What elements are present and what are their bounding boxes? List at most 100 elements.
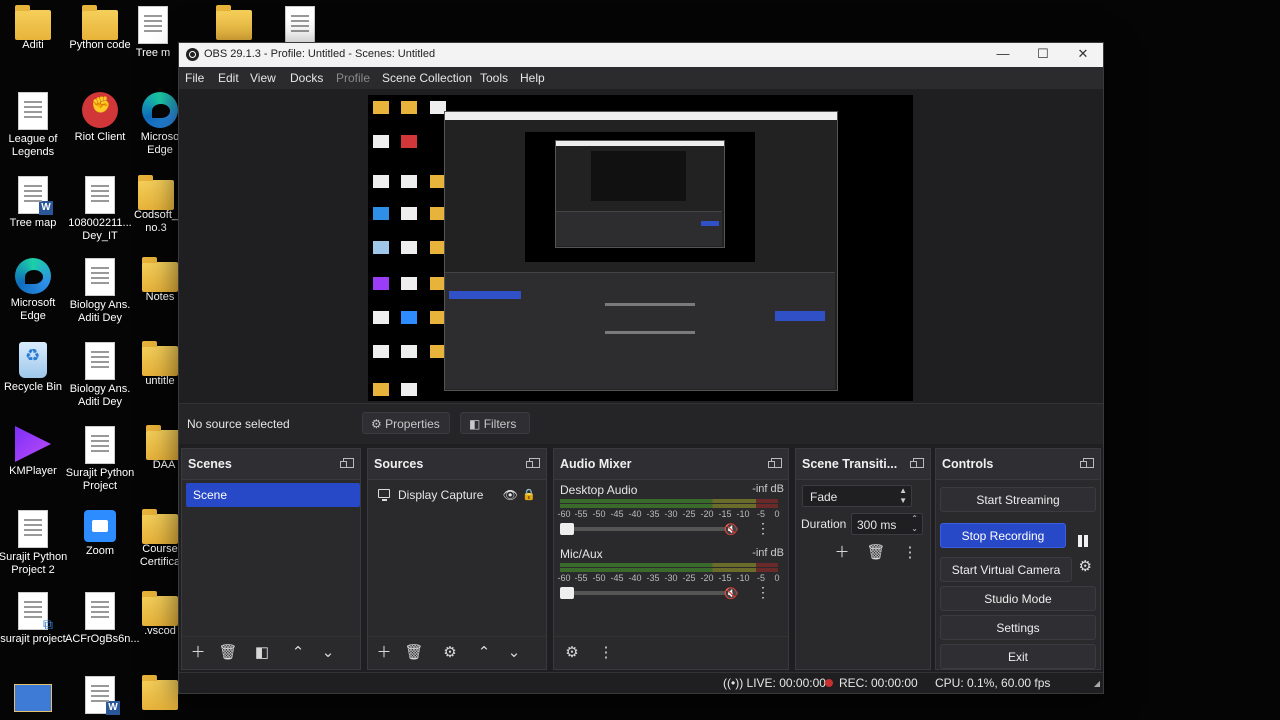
move-up-icon[interactable]: ⌃	[474, 643, 494, 663]
mixer-dock-header: Audio Mixer	[554, 449, 788, 480]
document-icon	[85, 258, 115, 296]
speaker-muted-icon[interactable]: 🔇	[724, 523, 738, 536]
desktop-icon[interactable]	[138, 675, 182, 710]
desktop-icon[interactable]: League of Legends	[0, 92, 68, 159]
desktop-icon[interactable]: Codsoft_ no.3	[134, 175, 178, 235]
close-button[interactable]: ✕	[1063, 43, 1103, 67]
remove-transition-icon[interactable]: 🗑	[866, 543, 886, 563]
undock-icon[interactable]	[340, 458, 354, 468]
desktop-icon[interactable]	[278, 6, 322, 47]
desktop-icon[interactable]: Course Certifica	[138, 509, 182, 569]
undock-icon[interactable]	[1080, 458, 1094, 468]
add-transition-button[interactable]: ＋	[832, 543, 852, 563]
undock-icon[interactable]	[768, 458, 782, 468]
settings-button[interactable]: Settings	[940, 615, 1096, 640]
mixer-menu-icon[interactable]: ⋮	[596, 643, 616, 663]
desktop-icon[interactable]: Recycle Bin	[0, 342, 68, 394]
desktop-icon[interactable]: KMPlayer	[0, 426, 68, 478]
speaker-muted-icon[interactable]: 🔇	[724, 587, 738, 600]
maximize-button[interactable]: ☐	[1023, 43, 1063, 67]
menu-scene-collection[interactable]: Scene Collection	[382, 71, 472, 85]
menu-view[interactable]: View	[250, 71, 276, 85]
transition-select[interactable]: Fade ▲ ▼	[802, 485, 912, 507]
volume-slider[interactable]	[560, 527, 738, 531]
desktop-icon[interactable]: Biology Ans. Aditi Dey	[65, 258, 135, 325]
menu-file[interactable]: File	[185, 71, 204, 85]
obs-window: OBS 29.1.3 - Profile: Untitled - Scenes:…	[178, 42, 1104, 694]
desktop-icon[interactable]: ACFrOgBs6n...	[65, 592, 140, 646]
menu-profile[interactable]: Profile	[336, 71, 370, 85]
desktop-icon[interactable]: Riot Client	[65, 92, 135, 144]
desktop-icon[interactable]: Surajit Python Project 2	[0, 510, 68, 577]
volume-slider-handle[interactable]	[560, 523, 574, 535]
more-options-icon[interactable]: ⋮	[756, 521, 770, 535]
desktop-icon[interactable]: .vscod	[138, 591, 182, 638]
pause-recording-icon[interactable]	[1072, 529, 1094, 553]
spin-arrows-icon[interactable]: ⌃ ⌄	[911, 514, 918, 534]
add-source-button[interactable]: ＋	[374, 643, 394, 663]
transition-menu-icon[interactable]: ⋮	[900, 543, 920, 563]
menu-tools[interactable]: Tools	[480, 71, 508, 85]
move-up-icon[interactable]: ⌃	[288, 643, 308, 663]
virtual-camera-gear-icon[interactable]: ⚙	[1079, 557, 1092, 575]
edge-icon	[15, 258, 51, 294]
menu-bar: File Edit View Docks Profile Scene Colle…	[179, 67, 1103, 89]
folder-icon	[142, 591, 178, 626]
start-streaming-button[interactable]: Start Streaming	[940, 487, 1096, 512]
preview-desktop-icon	[373, 383, 389, 396]
lock-icon[interactable]: 🔒	[522, 485, 536, 505]
monitor-icon	[378, 489, 390, 501]
exit-button[interactable]: Exit	[940, 644, 1096, 669]
remove-source-icon[interactable]: 🗑	[404, 643, 424, 663]
start-virtual-camera-button[interactable]: Start Virtual Camera	[940, 557, 1072, 582]
filters-button[interactable]: ◧ Filters	[460, 412, 530, 434]
add-scene-button[interactable]: ＋	[188, 643, 208, 663]
duration-spinbox[interactable]: 300 ms ⌃ ⌄	[851, 513, 923, 535]
advanced-audio-gear-icon[interactable]: ⚙	[562, 643, 582, 663]
minimize-button[interactable]: —	[983, 43, 1023, 67]
desktop-icon[interactable]: Notes	[138, 257, 182, 304]
remove-scene-icon[interactable]: 🗑	[218, 643, 238, 663]
desktop-icon[interactable]: Python code	[65, 5, 135, 52]
menu-docks[interactable]: Docks	[290, 71, 323, 85]
desktop-icon[interactable]: Zoom	[65, 510, 135, 558]
sources-dock: Sources Display Capture 👁 🔒 ＋ 🗑 ⚙ ⌃ ⌄	[367, 448, 547, 670]
menu-help[interactable]: Help	[520, 71, 545, 85]
source-settings-gear-icon[interactable]: ⚙	[440, 643, 460, 663]
preview-desktop-icon	[373, 207, 389, 220]
volume-slider[interactable]	[560, 591, 738, 595]
desktop-icon[interactable]: Tree m	[128, 6, 178, 60]
undock-icon[interactable]	[526, 458, 540, 468]
desktop-icon[interactable]	[65, 676, 135, 717]
desktop-icon[interactable]: untitle	[138, 341, 182, 388]
desktop-icon[interactable]	[0, 676, 68, 712]
scene-filters-icon[interactable]: ◧	[252, 643, 272, 663]
preview-area[interactable]	[179, 89, 1103, 403]
folder-icon	[146, 425, 182, 460]
desktop-icon[interactable]: Surajit Python Project	[65, 426, 135, 493]
volume-slider-handle[interactable]	[560, 587, 574, 599]
more-options-icon[interactable]: ⋮	[756, 585, 770, 599]
desktop-icon[interactable]: Aditi	[0, 5, 68, 52]
desktop-icon[interactable]	[212, 5, 256, 40]
visibility-eye-icon[interactable]: 👁	[503, 485, 518, 505]
channel-name: Mic/Aux	[560, 547, 603, 561]
move-down-icon[interactable]: ⌄	[318, 643, 338, 663]
properties-button[interactable]: ⚙ Properties	[362, 412, 450, 434]
title-bar[interactable]: OBS 29.1.3 - Profile: Untitled - Scenes:…	[179, 43, 1103, 67]
stop-recording-button[interactable]: Stop Recording	[940, 523, 1066, 548]
resize-grip-icon[interactable]: ◢	[1094, 679, 1100, 688]
preview-canvas[interactable]	[368, 95, 913, 401]
scene-list-item[interactable]: Scene	[186, 483, 360, 507]
desktop-icon[interactable]: Biology Ans. Aditi Dey	[65, 342, 135, 409]
desktop-icon[interactable]: Microsoft Edge	[0, 258, 68, 323]
menu-edit[interactable]: Edit	[218, 71, 239, 85]
desktop-icon[interactable]: Tree map	[0, 176, 68, 230]
desktop-icon[interactable]: Microso Edge	[138, 92, 182, 157]
studio-mode-button[interactable]: Studio Mode	[940, 586, 1096, 611]
desktop-icon[interactable]: 108002211... Dey_IT	[65, 176, 135, 243]
desktop-icon[interactable]: surajit project	[0, 592, 68, 646]
move-down-icon[interactable]: ⌄	[504, 643, 524, 663]
undock-icon[interactable]	[910, 458, 924, 468]
source-list-item[interactable]: Display Capture 👁 🔒	[374, 485, 540, 505]
